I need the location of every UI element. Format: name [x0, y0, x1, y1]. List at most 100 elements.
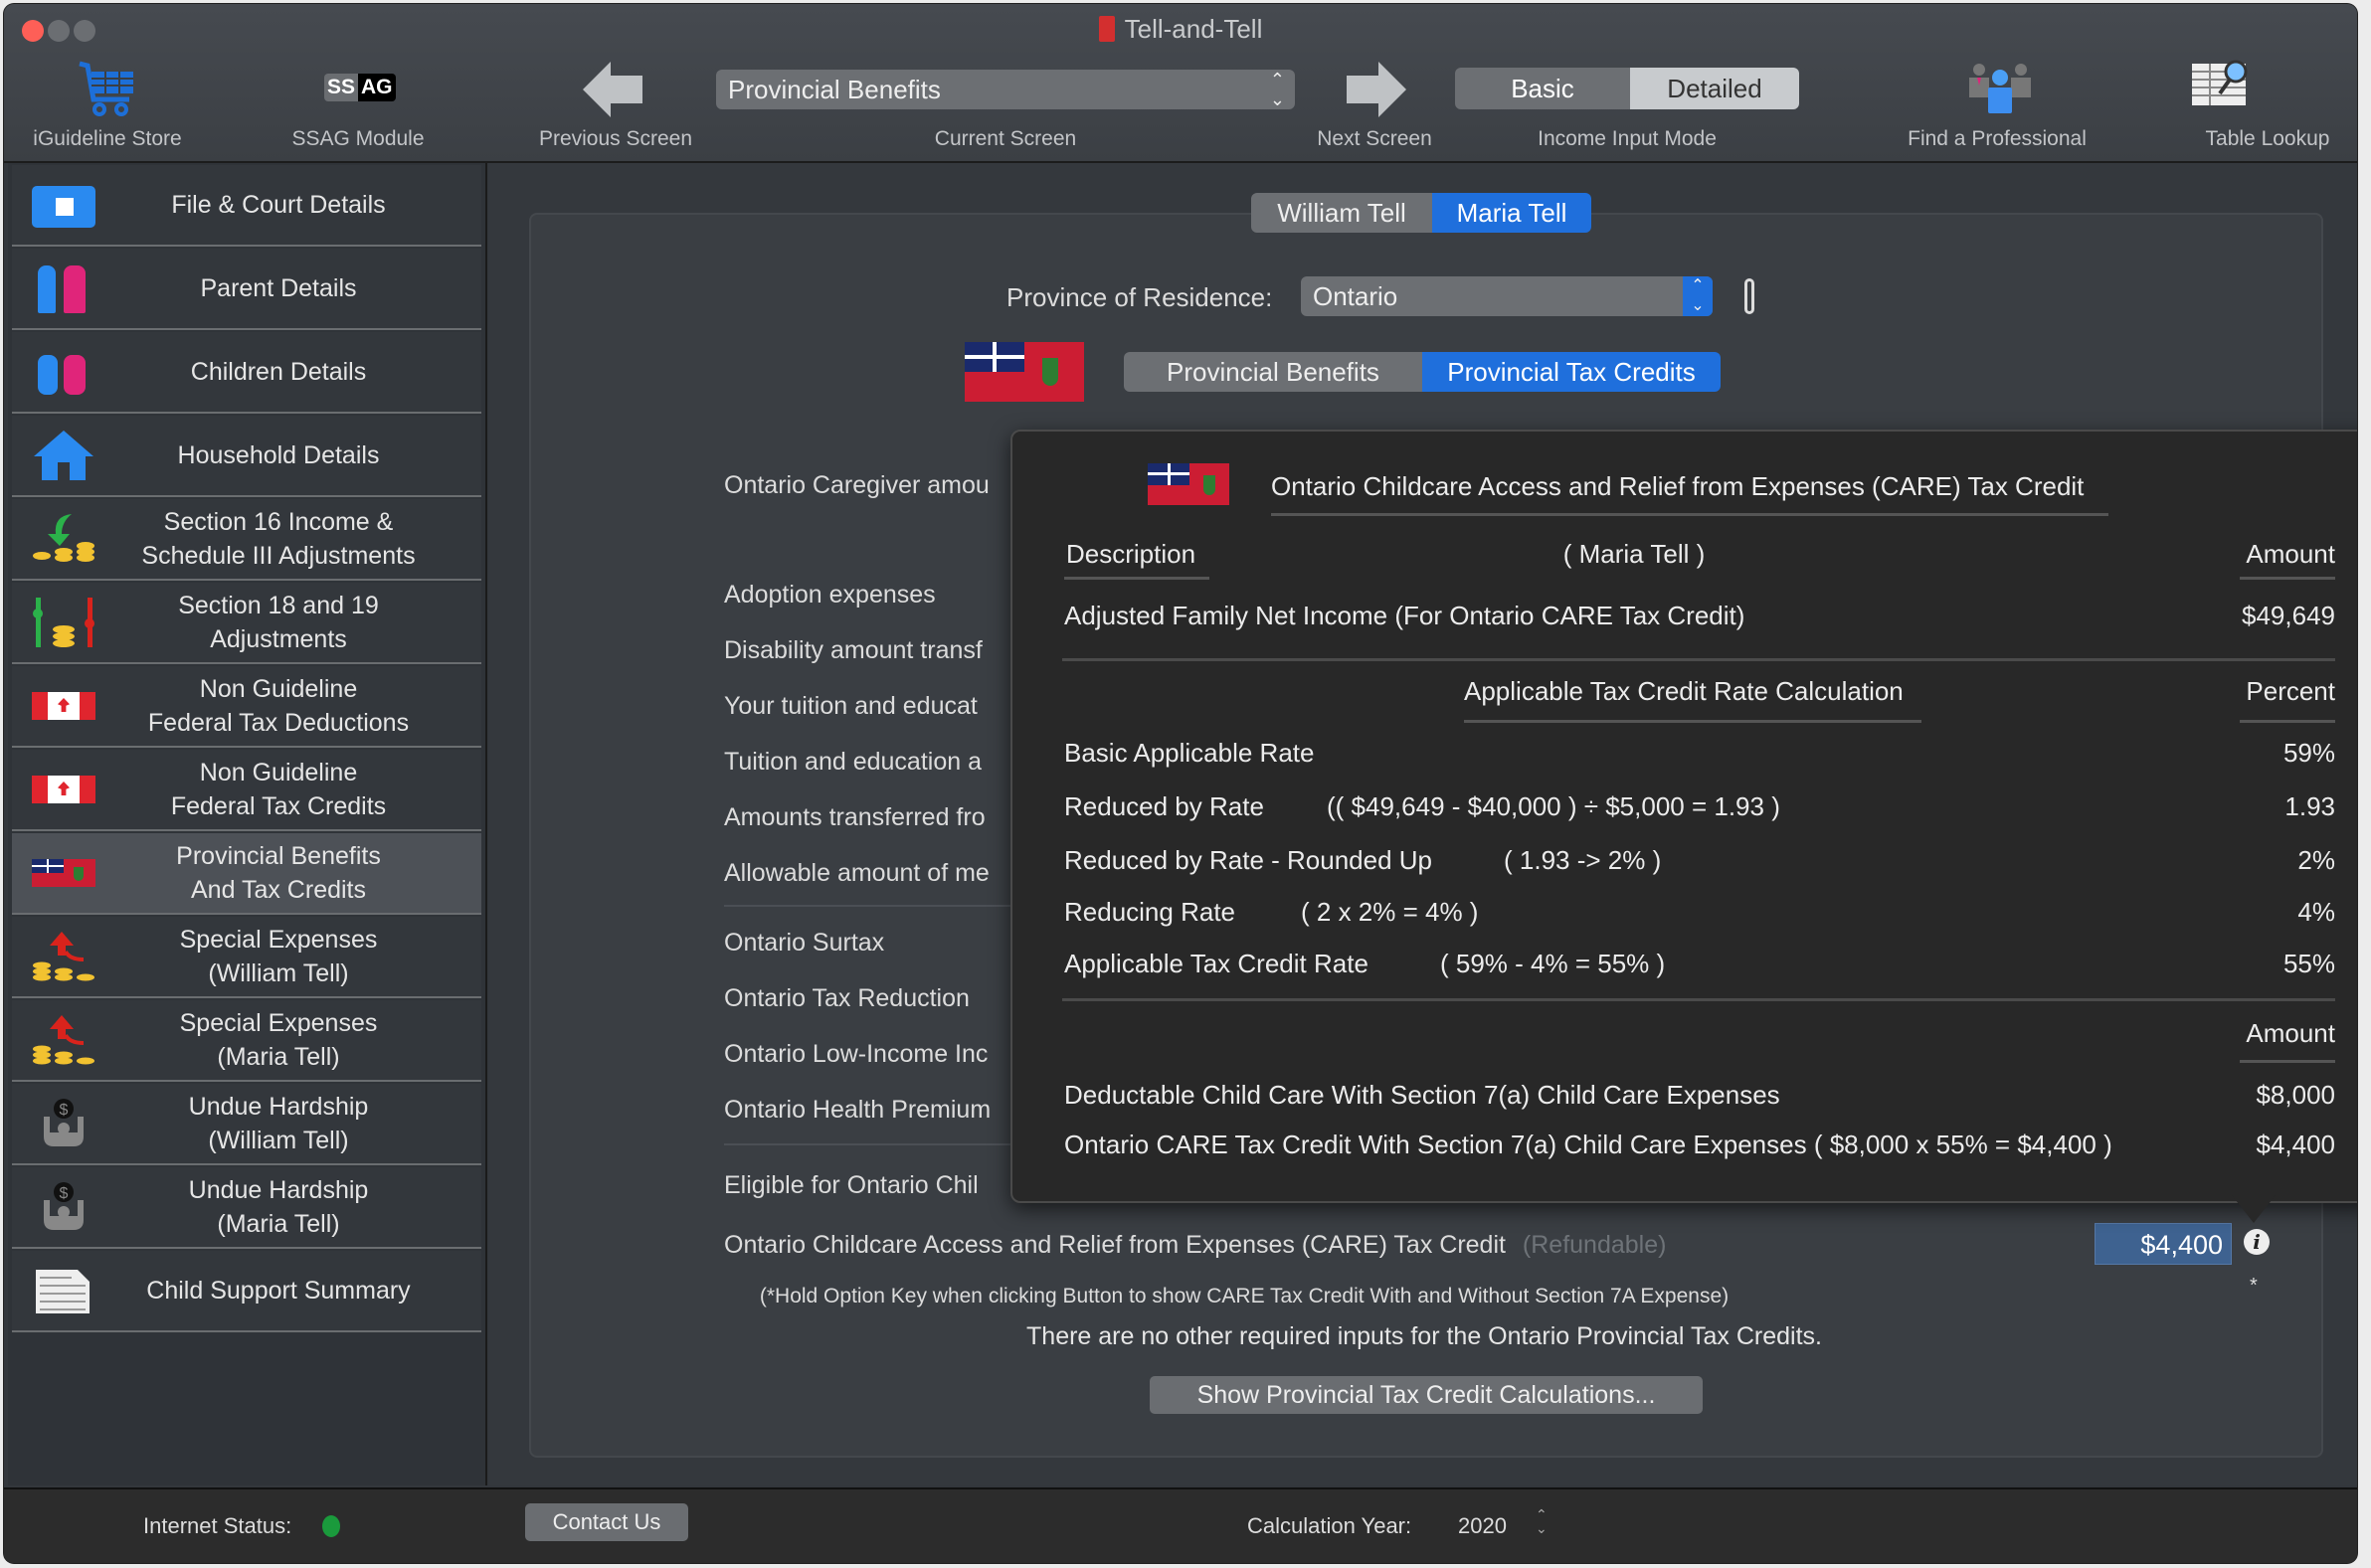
internet-status-label: Internet Status: — [143, 1513, 292, 1538]
sidebar-item-label: Children Details — [190, 358, 367, 386]
parents-icon — [32, 261, 95, 315]
ssag-badge-right: AG — [358, 74, 396, 101]
header-underline — [1064, 577, 1209, 580]
find-professional-label: Find a Professional — [1908, 127, 2087, 150]
sidebar-item-undue-hardship-william[interactable]: $ Undue Hardship (William Tell) — [12, 1084, 481, 1165]
year-stepper[interactable]: ⌃ ⌄ — [1536, 1507, 1548, 1535]
rate-row-label: Applicable Tax Credit Rate — [1064, 949, 1368, 978]
rate-row-value: 1.93 — [2284, 791, 2335, 821]
sidebar: File & Court Details Parent Details Chil… — [8, 163, 487, 1485]
income-input-mode-toggle: Basic Detailed — [1455, 68, 1799, 109]
section-divider — [1062, 998, 2335, 1001]
contact-us-button[interactable]: Contact Us — [525, 1503, 688, 1541]
calc-year-label: Calculation Year: — [1247, 1513, 1412, 1538]
sidebar-item-label: Undue Hardship (Maria Tell) — [188, 1176, 369, 1238]
sidebar-item-federal-credits[interactable]: Non Guideline Federal Tax Credits — [12, 750, 481, 831]
canada-flag-icon — [32, 763, 95, 816]
amount-row-label: Ontario CARE Tax Credit With Section 7(a… — [1064, 1130, 2112, 1159]
sidebar-item-children-details[interactable]: Children Details — [12, 332, 481, 414]
tab-provincial-tax-credits[interactable]: Provincial Tax Credits — [1422, 352, 1721, 392]
sidebar-item-section16-income[interactable]: Section 16 Income & Schedule III Adjustm… — [12, 499, 481, 581]
popover-arrow — [2232, 1195, 2276, 1223]
ssag-badge-left: SS — [324, 74, 359, 101]
header-underline — [2240, 720, 2335, 723]
window-title: Tell-and-Tell — [4, 14, 2357, 45]
row-amounts-transferred: Amounts transferred fro — [724, 803, 986, 831]
expenses-up-icon — [32, 930, 95, 983]
refundable-note: (Refundable) — [1522, 1231, 1667, 1259]
rate-row-value: 55% — [2282, 949, 2335, 978]
rate-row-value: 59% — [2282, 738, 2335, 768]
link-icon[interactable] — [1744, 278, 1754, 314]
rate-row-label: Basic Applicable Rate — [1064, 738, 1315, 768]
sidebar-item-undue-hardship-maria[interactable]: $ Undue Hardship (Maria Tell) — [12, 1167, 481, 1249]
sidebar-item-special-expenses-maria[interactable]: Special Expenses (Maria Tell) — [12, 1000, 481, 1082]
sidebar-item-child-support-summary[interactable]: Child Support Summary — [12, 1251, 481, 1332]
sidebar-item-label: Section 16 Income & Schedule III Adjustm… — [141, 508, 416, 570]
tab-maria-tell[interactable]: Maria Tell — [1432, 193, 1591, 233]
table-lookup-label: Table Lookup — [2205, 127, 2330, 150]
adjusted-income-label: Adjusted Family Net Income (For Ontario … — [1064, 601, 1745, 630]
ssag-module-button[interactable]: SS AG — [324, 74, 396, 101]
table-magnifier-icon — [2192, 60, 2248, 105]
sidebar-item-parent-details[interactable]: Parent Details — [12, 249, 481, 330]
info-icon[interactable]: i — [2244, 1229, 2270, 1255]
summary-sheet-icon — [32, 1264, 95, 1317]
professionals-icon — [1969, 64, 2031, 113]
row-adoption-expenses: Adoption expenses — [724, 581, 936, 609]
care-credit-value-field[interactable]: $4,400 — [2095, 1223, 2232, 1265]
find-professional-button[interactable] — [1967, 60, 2033, 118]
tab-provincial-benefits[interactable]: Provincial Benefits — [1124, 352, 1422, 392]
row-ontario-low-income: Ontario Low-Income Inc — [724, 1040, 989, 1068]
parent-tabs: William Tell Maria Tell — [1251, 193, 1591, 233]
toolbar: Tell-and-Tell iGuideline Store SS AG SSA… — [4, 4, 2357, 163]
app-window: Tell-and-Tell iGuideline Store SS AG SSA… — [4, 4, 2357, 1563]
sidebar-item-special-expenses-william[interactable]: Special Expenses (William Tell) — [12, 917, 481, 998]
sidebar-item-file-court[interactable]: File & Court Details — [12, 165, 481, 247]
income-mode-detailed[interactable]: Detailed — [1630, 68, 1799, 109]
sidebar-item-label: Non Guideline Federal Tax Credits — [170, 759, 387, 820]
hardship-icon: $ — [32, 1180, 95, 1234]
rate-section-title: Applicable Tax Credit Rate Calculation — [1464, 676, 1904, 706]
sidebar-item-label: Parent Details — [200, 274, 357, 302]
table-lookup-button[interactable] — [2190, 60, 2250, 112]
sidebar-item-provincial-benefits[interactable]: Provincial Benefits And Tax Credits — [12, 833, 481, 915]
ssag-label: SSAG Module — [291, 127, 425, 150]
next-screen-button[interactable] — [1343, 60, 1408, 124]
sidebar-item-household-details[interactable]: Household Details — [12, 416, 481, 497]
row-your-tuition: Your tuition and educat — [724, 692, 978, 720]
window-title-text: Tell-and-Tell — [1124, 14, 1263, 44]
rate-row-value: 2% — [2297, 845, 2335, 875]
sidebar-item-label: Provincial Benefits And Tax Credits — [176, 842, 381, 904]
col-percent-header: Percent — [2246, 676, 2335, 706]
sidebar-item-section18-19[interactable]: Section 18 and 19 Adjustments — [12, 583, 481, 664]
updown-chevron-icon: ⌃ ⌄ — [1269, 70, 1285, 109]
show-calculations-button[interactable]: Show Provincial Tax Credit Calculations.… — [1150, 1376, 1703, 1414]
amount-row-label: Deductable Child Care With Section 7(a) … — [1064, 1080, 1780, 1110]
sidebar-item-federal-deductions[interactable]: Non Guideline Federal Tax Deductions — [12, 666, 481, 748]
updown-chevron-icon: ⌃ ⌄ — [1683, 276, 1713, 316]
calc-year-value: 2020 — [1458, 1513, 1507, 1538]
row-disability-amount: Disability amount transf — [724, 636, 983, 664]
status-bar: Internet Status: Contact Us Calculation … — [4, 1487, 2357, 1563]
current-screen-select[interactable]: Provincial Benefits ⌃ ⌄ — [716, 70, 1295, 109]
children-icon — [32, 345, 95, 399]
rate-row-formula: ( 2 x 2% = 4% ) — [1301, 897, 1479, 927]
province-value: Ontario — [1313, 281, 1398, 311]
section-divider — [1062, 658, 2335, 661]
previous-screen-button[interactable] — [581, 60, 646, 124]
popover-title: Ontario Childcare Access and Relief from… — [1271, 471, 2085, 501]
amount-row-value: $4,400 — [2256, 1130, 2335, 1159]
sidebar-item-label: Undue Hardship (William Tell) — [188, 1093, 369, 1154]
province-label: Province of Residence: — [1006, 282, 1273, 312]
care-credit-row: Ontario Childcare Access and Relief from… — [724, 1231, 1666, 1260]
option-key-note: (*Hold Option Key when clicking Button t… — [759, 1285, 1730, 1307]
store-button[interactable] — [76, 60, 141, 119]
amount-row-value: $8,000 — [2256, 1080, 2335, 1110]
care-credit-popover: Ontario Childcare Access and Relief from… — [1010, 430, 2357, 1203]
popover-person: ( Maria Tell ) — [1562, 539, 1706, 569]
province-select[interactable]: Ontario ⌃ ⌄ — [1301, 276, 1713, 316]
income-mode-basic[interactable]: Basic — [1455, 68, 1630, 109]
tab-william-tell[interactable]: William Tell — [1251, 193, 1432, 233]
svg-text:$: $ — [60, 1102, 69, 1119]
